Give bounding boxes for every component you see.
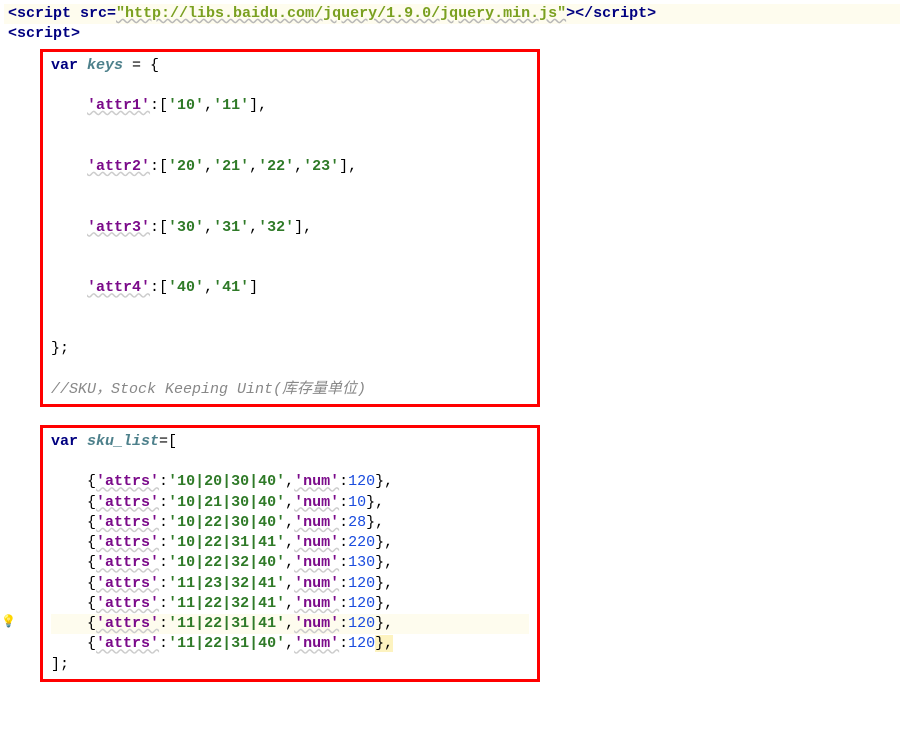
comment-line: //SKU，Stock Keeping Uint(库存量单位) — [51, 380, 529, 400]
code-line: 'attr4':['40','41'] — [51, 278, 529, 298]
keyword-var: var — [51, 57, 78, 74]
code-line: ]; — [51, 655, 529, 675]
list-item: {'attrs':'10|22|30|40','num':28}, — [51, 513, 529, 533]
list-item: {'attrs':'10|20|30|40','num':120}, — [51, 472, 529, 492]
list-item: {'attrs':'11|22|31|40','num':120}, — [51, 634, 529, 654]
tag-open: <script — [8, 5, 71, 22]
blank-line — [51, 177, 529, 197]
blank-line — [51, 238, 529, 258]
highlight-box-2: var sku_list=[ {'attrs':'10|20|30|40','n… — [40, 425, 540, 682]
blank-line — [51, 76, 529, 96]
script-open: <script> — [8, 25, 80, 42]
code-editor: <script src="http://libs.baidu.com/jquer… — [4, 4, 900, 682]
list-item: {'attrs':'10|22|31|41','num':220}, — [51, 533, 529, 553]
blank-line — [51, 359, 529, 379]
code-line: var keys = { — [51, 56, 529, 76]
code-line: <script src="http://libs.baidu.com/jquer… — [4, 4, 900, 24]
blank-line — [51, 258, 529, 278]
blank-line — [51, 116, 529, 136]
blank-line — [51, 452, 529, 472]
attr-src: src= — [71, 5, 116, 22]
code-line: var sku_list=[ — [51, 432, 529, 452]
url-string: "http://libs.baidu.com/jquery/1.9.0/jque… — [116, 5, 566, 22]
list-item: {'attrs':'10|22|32|40','num':130}, — [51, 553, 529, 573]
end-tag: </script> — [575, 5, 656, 22]
code-line: <script> — [4, 24, 900, 44]
list-item: {'attrs':'11|23|32|41','num':120}, — [51, 574, 529, 594]
keyword-var: var — [51, 433, 78, 450]
bulb-icon: 💡 — [1, 614, 16, 630]
list-item: 💡 {'attrs':'11|22|31|41','num':120}, — [51, 614, 529, 634]
code-line: }; — [51, 339, 529, 359]
blank-line — [51, 197, 529, 217]
var-keys: keys — [78, 57, 123, 74]
var-sku-list: sku_list — [78, 433, 159, 450]
blank-line — [51, 137, 529, 157]
code-line: 'attr1':['10','11'], — [51, 96, 529, 116]
punct: = { — [123, 57, 159, 74]
blank-line — [51, 319, 529, 339]
blank-line — [51, 299, 529, 319]
code-line: 'attr3':['30','31','32'], — [51, 218, 529, 238]
list-item: {'attrs':'11|22|32|41','num':120}, — [51, 594, 529, 614]
tag-close: > — [566, 5, 575, 22]
list-item: {'attrs':'10|21|30|40','num':10}, — [51, 493, 529, 513]
highlight-box-1: var keys = { 'attr1':['10','11'], 'attr2… — [40, 49, 540, 407]
sku-rows-container: {'attrs':'10|20|30|40','num':120}, {'att… — [51, 472, 529, 654]
code-line: 'attr2':['20','21','22','23'], — [51, 157, 529, 177]
